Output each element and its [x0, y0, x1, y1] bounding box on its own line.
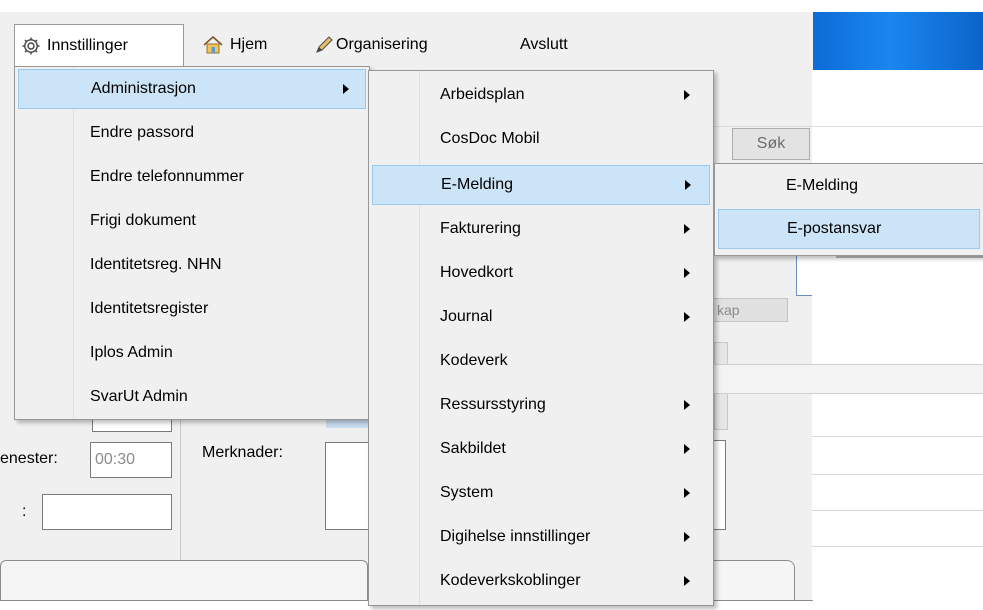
search-button[interactable]: Søk	[732, 128, 810, 160]
gear-icon	[21, 36, 41, 56]
menu-item-kodeverkskoblinger[interactable]: Kodeverkskoblinger	[372, 561, 710, 601]
divider	[180, 420, 181, 560]
grid-line	[812, 546, 983, 547]
submenu-arrow-icon	[684, 488, 690, 498]
pencil-icon	[314, 35, 334, 55]
menu-item-svarut-admin[interactable]: SvarUt Admin	[18, 377, 366, 417]
administrasjon-menu: Arbeidsplan CosDoc Mobil E-Melding Faktu…	[368, 70, 714, 606]
menu-item-cosdoc-mobil[interactable]: CosDoc Mobil	[372, 119, 710, 159]
submenu-arrow-icon	[685, 180, 691, 190]
menu-avslutt[interactable]: Avslutt	[514, 24, 574, 66]
menu-item-label: Sakbildet	[440, 440, 506, 457]
menu-item-label: SvarUt Admin	[90, 388, 188, 405]
submenu-arrow-icon	[684, 90, 690, 100]
menu-item-iplos-admin[interactable]: Iplos Admin	[18, 333, 366, 373]
menu-item-label: Hovedkort	[440, 264, 513, 281]
menu-item-identitetsreg-nhn[interactable]: Identitetsreg. NHN	[18, 245, 366, 285]
submenu-arrow-icon	[684, 268, 690, 278]
menu-hjem[interactable]: Hjem	[196, 24, 273, 66]
home-icon	[202, 35, 224, 55]
menu-item-ressursstyring[interactable]: Ressursstyring	[372, 385, 710, 425]
side-button[interactable]	[714, 390, 728, 430]
menu-item-endre-passord[interactable]: Endre passord	[18, 113, 366, 153]
menu-item-label: Kodeverkskoblinger	[440, 572, 581, 589]
tab[interactable]	[705, 560, 795, 600]
menu-item-label: Endre passord	[90, 124, 195, 141]
grid-header	[714, 364, 983, 394]
menu-item-label: Kodeverk	[440, 352, 508, 369]
menu-item-identitetsregister[interactable]: Identitetsregister	[18, 289, 366, 329]
menu-item-label: CosDoc Mobil	[440, 130, 540, 147]
field-label: :	[22, 503, 27, 520]
tab[interactable]	[0, 560, 368, 600]
divider	[836, 256, 983, 258]
text-input[interactable]	[42, 494, 172, 530]
menu-item-label: Ressursstyring	[440, 396, 546, 413]
menu-item-e-melding[interactable]: E-Melding	[372, 165, 710, 205]
time-input[interactable]: 00:30	[90, 442, 172, 478]
menu-item-label: Fakturering	[440, 220, 521, 237]
menu-item-arbeidsplan[interactable]: Arbeidsplan	[372, 75, 710, 115]
menu-hjem-label: Hjem	[230, 36, 268, 53]
menu-item-e-melding-sub[interactable]: E-Melding	[718, 166, 983, 206]
submenu-arrow-icon	[684, 532, 690, 542]
menu-item-endre-telefonnummer[interactable]: Endre telefonnummer	[18, 157, 366, 197]
notes-input[interactable]	[325, 442, 369, 530]
menu-item-e-postansvar[interactable]: E-postansvar	[718, 209, 980, 249]
menu-item-label: E-postansvar	[787, 220, 882, 237]
menu-item-digihelse-innstillinger[interactable]: Digihelse innstillinger	[372, 517, 710, 557]
notes-label: Merknader:	[202, 444, 283, 461]
menu-item-label: E-Melding	[441, 176, 514, 193]
window-top-edge	[0, 0, 983, 12]
menu-item-fakturering[interactable]: Fakturering	[372, 209, 710, 249]
submenu-arrow-icon	[684, 400, 690, 410]
submenu-arrow-icon	[684, 444, 690, 454]
menu-innstillinger-label: Innstillinger	[47, 36, 128, 54]
menu-item-system[interactable]: System	[372, 473, 710, 513]
submenu-arrow-icon	[684, 224, 690, 234]
menu-item-kodeverk[interactable]: Kodeverk	[372, 341, 710, 381]
menu-item-label: Identitetsregister	[90, 300, 209, 317]
menu-organisering[interactable]: Organisering	[308, 24, 434, 66]
menu-item-label: Endre telefonnummer	[90, 168, 244, 185]
menu-item-label: Administrasjon	[91, 80, 196, 97]
submenu-arrow-icon	[343, 84, 349, 94]
innstillinger-menu: Administrasjon Endre passord Endre telef…	[14, 66, 370, 420]
input-partial[interactable]	[92, 418, 172, 432]
menu-innstillinger[interactable]: Innstillinger	[14, 24, 184, 66]
grid-line	[812, 474, 983, 475]
menu-item-frigi-dokument[interactable]: Frigi dokument	[18, 201, 366, 241]
menu-item-label: E-Melding	[786, 177, 859, 194]
grid-line	[812, 436, 983, 437]
content-panel	[812, 70, 983, 610]
submenu-arrow-icon	[684, 312, 690, 322]
title-bar	[813, 12, 983, 70]
e-melding-menu: E-Melding E-postansvar	[714, 163, 983, 256]
menu-item-label: Digihelse innstillinger	[440, 528, 591, 545]
menu-item-label: Iplos Admin	[90, 344, 173, 361]
menu-organisering-label: Organisering	[336, 36, 428, 53]
services-label: enester:	[0, 450, 58, 467]
menu-item-journal[interactable]: Journal	[372, 297, 710, 337]
menu-avslutt-label: Avslutt	[520, 36, 568, 53]
menu-item-label: System	[440, 484, 494, 501]
menu-item-hovedkort[interactable]: Hovedkort	[372, 253, 710, 293]
menu-item-label: Frigi dokument	[90, 212, 196, 229]
tab-partial[interactable]: kap	[712, 298, 788, 322]
tab-partial-label: kap	[717, 302, 740, 318]
form-area	[0, 418, 368, 558]
menu-item-label: Journal	[440, 308, 493, 325]
menu-item-label: Arbeidsplan	[440, 86, 525, 103]
menu-item-sakbildet[interactable]: Sakbildet	[372, 429, 710, 469]
submenu-arrow-icon	[684, 576, 690, 586]
panel-border	[796, 256, 812, 296]
notes-box-edge	[714, 440, 726, 530]
menu-item-label: Identitetsreg. NHN	[90, 256, 222, 273]
search-button-label: Søk	[756, 135, 786, 152]
divider	[714, 126, 983, 127]
grid-line	[812, 510, 983, 511]
menu-item-administrasjon[interactable]: Administrasjon	[18, 69, 366, 109]
